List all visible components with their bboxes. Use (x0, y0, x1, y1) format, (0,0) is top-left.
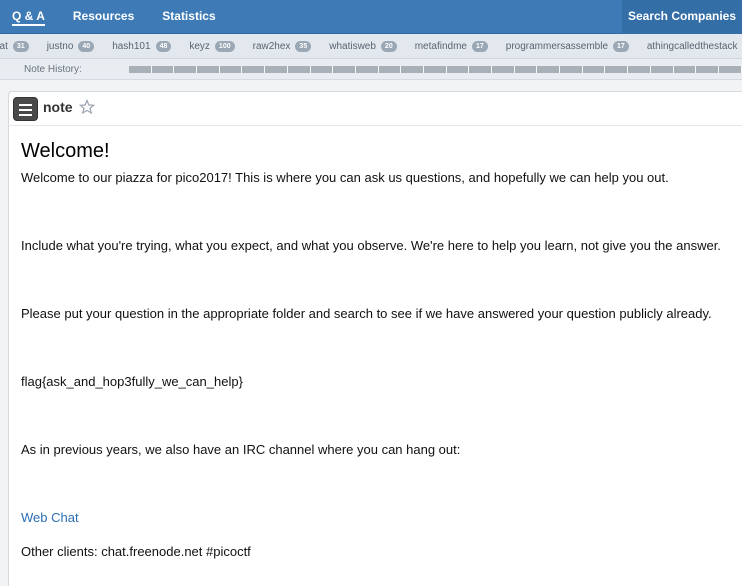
folder-item[interactable]: hash101 48 (112, 41, 172, 52)
history-segment[interactable] (423, 66, 447, 73)
note-history-slider[interactable] (129, 66, 742, 73)
note-type-label: note (43, 99, 73, 115)
top-navigation-bar: Q & A Resources Statistics Search Compan… (0, 0, 742, 34)
folder-count-badge: 40 (78, 41, 95, 52)
folder-item[interactable]: metafindme 17 (415, 41, 488, 52)
note-area: note Welcome! Welcome to our piazza for … (0, 80, 742, 586)
folder-item[interactable]: justno 40 (46, 41, 95, 52)
note-paragraph: flag{ask_and_hop3fully_we_can_help} (21, 374, 243, 389)
note-paragraph: Include what you're trying, what you exp… (21, 238, 721, 253)
nav-resources-tab[interactable]: Resources (73, 0, 134, 34)
menu-icon[interactable] (13, 97, 38, 121)
note-paragraph: As in previous years, we also have an IR… (21, 442, 461, 457)
history-segment[interactable] (469, 66, 492, 73)
note-history-bar: Note History: (0, 59, 742, 80)
folder-item[interactable]: hat 31 (0, 41, 29, 52)
history-segment[interactable] (378, 66, 402, 73)
other-clients-text: Other clients: chat.freenode.net #picoct… (21, 544, 251, 559)
folder-label: hash101 (112, 41, 151, 52)
folder-label: whatisweb (329, 41, 376, 52)
history-segment[interactable] (174, 66, 198, 73)
note-history-label: Note History: (24, 64, 82, 75)
history-segment[interactable] (446, 66, 470, 73)
history-segment[interactable] (582, 66, 606, 73)
folder-label: metafindme (414, 41, 467, 52)
search-companies-button[interactable]: Search Companies (622, 0, 742, 34)
history-segment[interactable] (514, 66, 538, 73)
folder-label: justno (46, 41, 74, 52)
history-segment[interactable] (718, 66, 742, 73)
history-segment[interactable] (129, 66, 152, 73)
note-title: Welcome! (21, 140, 110, 162)
folder-item[interactable]: whatisweb 20 (329, 41, 397, 52)
history-segment[interactable] (355, 66, 379, 73)
history-segment[interactable] (219, 66, 243, 73)
history-segment[interactable] (151, 66, 175, 73)
history-segment[interactable] (560, 66, 583, 73)
note-paragraph: Welcome to our piazza for pico2017! This… (21, 170, 669, 185)
folder-item[interactable]: athingcalledthestack (647, 41, 738, 52)
folder-item[interactable]: raw2hex 35 (253, 41, 312, 52)
history-segment[interactable] (287, 66, 311, 73)
folder-label: programmersassemble (505, 41, 609, 52)
top-nav: Q & A Resources Statistics (12, 0, 244, 34)
history-segment[interactable] (537, 66, 561, 73)
nav-statistics-tab[interactable]: Statistics (162, 0, 215, 34)
folder-count-badge: 48 (155, 41, 172, 52)
history-segment[interactable] (696, 66, 719, 73)
web-chat-link[interactable]: Web Chat (21, 510, 79, 526)
folder-item[interactable]: keyz 100 (189, 41, 235, 52)
folder-count-badge: 17 (471, 41, 488, 52)
folder-count-badge: 31 (12, 41, 29, 52)
note-body: Welcome! Welcome to our piazza for pico2… (21, 136, 736, 559)
folder-item[interactable]: programmersassemble 17 (506, 41, 629, 52)
folder-label: hat (0, 41, 8, 52)
history-segment[interactable] (265, 66, 288, 73)
folder-count-badge: 17 (613, 41, 629, 52)
history-segment[interactable] (333, 66, 356, 73)
history-segment[interactable] (628, 66, 651, 73)
folder-label: keyz (189, 41, 210, 52)
note-card: note Welcome! Welcome to our piazza for … (8, 91, 742, 586)
history-segment[interactable] (492, 66, 515, 73)
history-segment[interactable] (197, 66, 220, 73)
history-segment[interactable] (673, 66, 697, 73)
folder-count-badge: 20 (380, 41, 397, 52)
history-segment[interactable] (242, 66, 266, 73)
history-segment[interactable] (650, 66, 674, 73)
folder-label: athingcalledthestack (646, 41, 738, 52)
folder-bar: hat 31 justno 40 hash101 48 keyz 100 raw2hex… (0, 34, 742, 59)
folder-count-badge: 35 (295, 41, 312, 52)
note-header: note (9, 92, 742, 126)
folder-list: hat 31 justno 40 hash101 48 keyz 100 raw2hex… (0, 34, 742, 58)
note-paragraph: Please put your question in the appropri… (21, 306, 712, 321)
folder-count-badge: 100 (214, 41, 235, 52)
nav-qa-tab[interactable]: Q & A (12, 0, 45, 34)
history-segment[interactable] (401, 66, 424, 73)
history-segment[interactable] (605, 66, 629, 73)
star-icon[interactable] (79, 99, 95, 115)
history-segment[interactable] (310, 66, 334, 73)
folder-label: raw2hex (252, 41, 291, 52)
